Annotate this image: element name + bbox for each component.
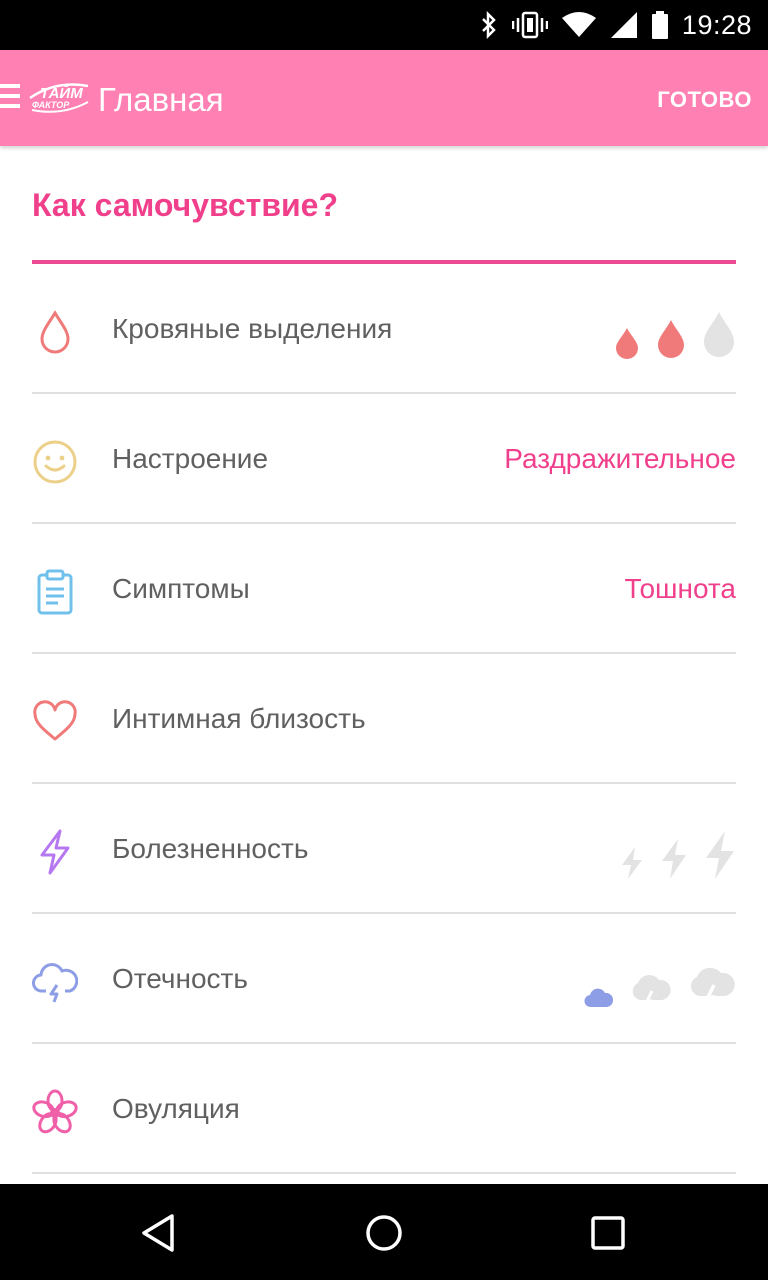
list-item-label: Отечность	[112, 963, 248, 994]
list-item-label: Симптомы	[112, 573, 250, 604]
flower-icon	[32, 1089, 78, 1134]
smile-icon	[33, 440, 77, 484]
heart-icon	[33, 700, 77, 741]
drop-level-3[interactable]	[702, 310, 736, 360]
wellbeing-list: Кровяные выделения Настроение Раздражите…	[32, 264, 736, 1174]
navigation-bar	[0, 1184, 768, 1280]
mood-value: Раздражительное	[504, 443, 736, 474]
swelling-level[interactable]	[584, 950, 736, 1010]
status-time: 19:28	[681, 9, 752, 40]
menu-icon[interactable]	[0, 84, 20, 112]
list-item-swelling[interactable]: Отечность	[32, 914, 736, 1044]
wifi-icon	[561, 12, 596, 37]
pain-level[interactable]	[620, 820, 736, 880]
lightning-level-1[interactable]	[620, 846, 644, 880]
back-icon[interactable]	[134, 1208, 184, 1258]
cloud-level-2[interactable]	[630, 972, 672, 1010]
list-item-label: Кровяные выделения	[112, 313, 393, 344]
list-item-mood[interactable]: Настроение Раздражительное	[32, 394, 736, 524]
clipboard-icon	[37, 569, 73, 615]
list-item-symptoms[interactable]: Симптомы Тошнота	[32, 524, 736, 654]
list-item-label: Настроение	[112, 443, 269, 474]
lightning-level-2[interactable]	[660, 838, 688, 880]
vibrate-icon	[511, 11, 548, 39]
home-icon[interactable]	[359, 1208, 409, 1258]
list-item-pain[interactable]: Болезненность	[32, 784, 736, 914]
section-title: Как самочувствие?	[32, 187, 339, 223]
drop-level-1[interactable]	[614, 326, 640, 360]
cloud-level-3[interactable]	[688, 964, 736, 1010]
list-item-label: Болезненность	[112, 833, 309, 864]
signal-icon	[610, 12, 637, 38]
svg-text:ФАКТОР: ФАКТОР	[32, 100, 70, 110]
battery-icon	[651, 11, 668, 39]
page-title: Главная	[98, 81, 224, 118]
list-item-label: Овуляция	[112, 1093, 240, 1124]
app-bar: ТАЙМ ФАКТОР Главная ГОТОВО	[0, 50, 768, 146]
list-item-label: Интимная близость	[112, 703, 366, 734]
list-item-intimacy[interactable]: Интимная близость	[32, 654, 736, 784]
cloud-icon	[32, 963, 78, 1003]
status-bar: 19:28	[0, 0, 768, 50]
cloud-level-1[interactable]	[584, 986, 614, 1010]
bleeding-level[interactable]	[614, 300, 736, 360]
bluetooth-icon	[482, 11, 496, 39]
drop-icon	[40, 310, 70, 354]
logo: ТАЙМ ФАКТОР	[29, 83, 89, 113]
lightning-level-3[interactable]	[704, 830, 736, 880]
symptoms-value: Тошнота	[624, 573, 736, 604]
drop-level-2[interactable]	[656, 318, 686, 360]
lightning-icon	[40, 829, 70, 875]
list-item-bleeding[interactable]: Кровяные выделения	[32, 264, 736, 394]
done-button[interactable]: ГОТОВО	[657, 80, 752, 120]
recents-icon[interactable]	[583, 1208, 633, 1258]
status-icons: 19:28	[480, 0, 752, 50]
list-item-ovulation[interactable]: Овуляция	[32, 1044, 736, 1174]
